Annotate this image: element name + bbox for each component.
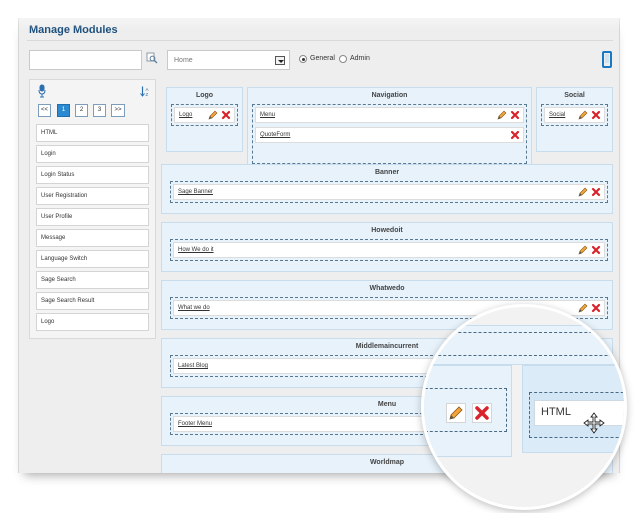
delete-icon[interactable] [510, 130, 520, 140]
pencil-icon[interactable] [578, 187, 588, 197]
microphone-icon[interactable] [38, 84, 46, 98]
chevron-down-icon[interactable] [275, 56, 285, 65]
pencil-icon[interactable] [497, 110, 507, 120]
module-quoteform[interactable]: QuoteForm [255, 127, 524, 143]
module-menu-link[interactable]: Menu [260, 112, 275, 118]
page-title: Manage Modules [29, 24, 118, 36]
module-latest-blog-link[interactable]: Latest Blog [178, 363, 208, 369]
zone-title-social: Social [564, 92, 585, 99]
move-cursor-icon [583, 412, 605, 434]
delete-icon[interactable] [591, 110, 601, 120]
zone-howedoit: Howedoit How We do it [161, 222, 613, 272]
module-social-link[interactable]: Social [549, 112, 565, 118]
page-select[interactable]: Home [167, 50, 290, 70]
pencil-icon[interactable] [578, 303, 588, 313]
mobile-device-icon[interactable] [602, 51, 612, 68]
magnified-zone-top [424, 325, 624, 365]
module-social[interactable]: Social [544, 107, 605, 123]
module-sage-banner-link[interactable]: Sage Banner [178, 189, 213, 195]
zone-social: Social Social [536, 87, 613, 152]
delete-icon[interactable] [472, 403, 492, 423]
magnifier-lens: HTML [424, 307, 624, 507]
available-modules-list: HTML Login Login Status User Registratio… [36, 124, 149, 334]
magnified-dropzone-top [424, 332, 624, 356]
dragged-module-html[interactable]: HTML [534, 400, 624, 426]
pager-page-3[interactable]: 3 [93, 104, 106, 117]
module-quoteform-link[interactable]: QuoteForm [260, 132, 290, 138]
module-how-we-do-it-link[interactable]: How We do it [178, 247, 214, 253]
list-item-sage-search-result[interactable]: Sage Search Result [36, 292, 149, 310]
delete-icon[interactable] [591, 303, 601, 313]
zone-title-banner: Banner [374, 169, 400, 176]
svg-text:Z: Z [146, 92, 149, 97]
delete-icon[interactable] [591, 187, 601, 197]
radio-admin-label: Admin [350, 55, 370, 62]
delete-icon[interactable] [221, 110, 231, 120]
pager-page-2[interactable]: 2 [75, 104, 88, 117]
list-item-login[interactable]: Login [36, 145, 149, 163]
list-item-language-switch[interactable]: Language Switch [36, 250, 149, 268]
list-item-user-profile[interactable]: User Profile [36, 208, 149, 226]
pager-page-1[interactable]: 1 [57, 104, 70, 117]
radio-admin[interactable] [339, 55, 347, 63]
pencil-icon[interactable] [208, 110, 218, 120]
list-item-sage-search[interactable]: Sage Search [36, 271, 149, 289]
screenshot-stage: Manage Modules Home General Admin A Z <<… [0, 0, 637, 513]
zone-title-howedoit: Howedoit [371, 227, 403, 234]
radio-general[interactable] [299, 55, 307, 63]
module-logo[interactable]: Logo [174, 107, 235, 123]
zone-social-dropzone[interactable]: Social [541, 104, 608, 126]
module-what-we-do-link[interactable]: What we do [178, 305, 210, 311]
pager-first[interactable]: << [38, 104, 51, 117]
zone-title-logo: Logo [195, 92, 214, 99]
zone-banner: Banner Sage Banner [161, 164, 613, 214]
module-footer-menu-link[interactable]: Footer Menu [178, 421, 212, 427]
module-logo-link[interactable]: Logo [179, 112, 192, 118]
list-item-user-registration[interactable]: User Registration [36, 187, 149, 205]
zone-banner-dropzone[interactable]: Sage Banner [170, 181, 608, 203]
search-icon[interactable] [146, 52, 158, 64]
pager-last[interactable]: >> [111, 104, 125, 117]
zone-title-navigation: Navigation [371, 92, 408, 99]
zone-title-whatwedo: Whatwedo [369, 285, 405, 292]
title-divider [27, 40, 613, 41]
sort-az-icon[interactable]: A Z [140, 86, 150, 97]
page-select-value: Home [174, 57, 193, 64]
radio-general-label: General [310, 55, 335, 62]
delete-icon[interactable] [591, 245, 601, 255]
list-item-message[interactable]: Message [36, 229, 149, 247]
zone-logo: Logo Logo [166, 87, 243, 152]
zone-navigation-dropzone[interactable]: Menu QuoteForm [252, 104, 527, 164]
pencil-icon[interactable] [578, 110, 588, 120]
list-item-html[interactable]: HTML [36, 124, 149, 142]
magnified-zone-left [424, 365, 512, 457]
module-list-panel: A Z << 1 2 3 >> HTML Login Login Status … [29, 79, 156, 339]
list-item-logo[interactable]: Logo [36, 313, 149, 331]
zone-navigation: Navigation Menu QuoteForm [247, 87, 532, 170]
pencil-icon[interactable] [446, 403, 466, 423]
module-how-we-do-it[interactable]: How We do it [173, 242, 605, 258]
pencil-icon[interactable] [578, 245, 588, 255]
delete-icon[interactable] [510, 110, 520, 120]
zone-howedoit-dropzone[interactable]: How We do it [170, 239, 608, 261]
zone-logo-dropzone[interactable]: Logo [171, 104, 238, 126]
list-item-login-status[interactable]: Login Status [36, 166, 149, 184]
module-sage-banner[interactable]: Sage Banner [173, 184, 605, 200]
module-menu[interactable]: Menu [255, 107, 524, 123]
search-input[interactable] [29, 50, 142, 70]
